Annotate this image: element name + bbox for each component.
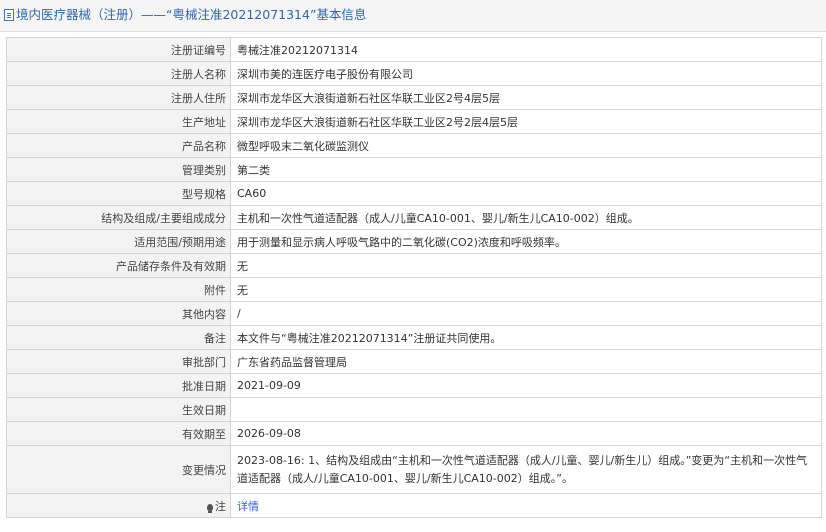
field-label: 结构及组成/主要组成成分 xyxy=(6,205,231,230)
table-row: 结构及组成/主要组成成分 主机和一次性气道适配器（成人/儿童CA10-001、婴… xyxy=(6,205,822,230)
table-row: 注册人住所 深圳市龙华区大浪街道新石社区华联工业区2号4层5层 xyxy=(6,85,822,110)
field-value xyxy=(230,397,822,422)
field-label: 其他内容 xyxy=(6,301,231,326)
table-row: 生效日期 xyxy=(6,397,822,422)
page-header: 境内医疗器械（注册）——“粤械注准20212071314”基本信息 xyxy=(0,0,826,32)
field-value: 粤械注准20212071314 xyxy=(230,37,822,62)
page-title: 境内医疗器械（注册）——“粤械注准20212071314”基本信息 xyxy=(16,7,367,22)
field-label: 备注 xyxy=(6,325,231,350)
field-label: 注册证编号 xyxy=(6,37,231,62)
bulb-icon xyxy=(207,503,213,513)
field-label: 变更情况 xyxy=(6,445,231,494)
field-label: 型号规格 xyxy=(6,181,231,206)
field-value: 2026-09-08 xyxy=(230,421,822,446)
table-row: 附件 无 xyxy=(6,277,822,302)
field-value: 2023-08-16: 1、结构及组成由“主机和一次性气道适配器（成人/儿童、婴… xyxy=(230,445,822,494)
table-row: 适用范围/预期用途 用于测量和显示病人呼吸气路中的二氧化碳(CO2)浓度和呼吸频… xyxy=(6,229,822,254)
field-label: 批准日期 xyxy=(6,373,231,398)
table-row: 注册证编号 粤械注准20212071314 xyxy=(6,37,822,62)
note-value: 详情 xyxy=(230,493,822,518)
field-value: 广东省药品监督管理局 xyxy=(230,349,822,374)
field-label: 产品储存条件及有效期 xyxy=(6,253,231,278)
table-row: 变更情况 2023-08-16: 1、结构及组成由“主机和一次性气道适配器（成人… xyxy=(6,445,822,494)
field-label: 有效期至 xyxy=(6,421,231,446)
table-row: 产品名称 微型呼吸末二氧化碳监测仪 xyxy=(6,133,822,158)
field-value: 无 xyxy=(230,253,822,278)
field-label: 适用范围/预期用途 xyxy=(6,229,231,254)
field-label: 注册人住所 xyxy=(6,85,231,110)
field-value: / xyxy=(230,301,822,326)
table-row: 备注 本文件与“粤械注准20212071314”注册证共同使用。 xyxy=(6,325,822,350)
field-value: 无 xyxy=(230,277,822,302)
note-label: 注 xyxy=(6,493,231,518)
page: 境内医疗器械（注册）——“粤械注准20212071314”基本信息 注册证编号 … xyxy=(0,0,826,532)
field-value: 深圳市美的连医疗电子股份有限公司 xyxy=(230,61,822,86)
field-value: 本文件与“粤械注准20212071314”注册证共同使用。 xyxy=(230,325,822,350)
field-label: 附件 xyxy=(6,277,231,302)
field-value: 2021-09-09 xyxy=(230,373,822,398)
table-row: 有效期至 2026-09-08 xyxy=(6,421,822,446)
table-row: 审批部门 广东省药品监督管理局 xyxy=(6,349,822,374)
field-value: 第二类 xyxy=(230,157,822,182)
field-label: 管理类别 xyxy=(6,157,231,182)
note-row: 注 详情 xyxy=(6,493,822,518)
note-label-text: 注 xyxy=(215,499,226,513)
detail-table: 注册证编号 粤械注准20212071314 注册人名称 深圳市美的连医疗电子股份… xyxy=(6,37,822,518)
field-value: 深圳市龙华区大浪街道新石社区华联工业区2号4层5层 xyxy=(230,85,822,110)
field-value: 微型呼吸末二氧化碳监测仪 xyxy=(230,133,822,158)
details-link[interactable]: 详情 xyxy=(237,500,259,513)
field-label: 生产地址 xyxy=(6,109,231,134)
field-label: 产品名称 xyxy=(6,133,231,158)
table-row: 批准日期 2021-09-09 xyxy=(6,373,822,398)
table-row: 注册人名称 深圳市美的连医疗电子股份有限公司 xyxy=(6,61,822,86)
field-label: 审批部门 xyxy=(6,349,231,374)
table-row: 产品储存条件及有效期 无 xyxy=(6,253,822,278)
table-row: 管理类别 第二类 xyxy=(6,157,822,182)
table-row: 其他内容 / xyxy=(6,301,822,326)
table-row: 型号规格 CA60 xyxy=(6,181,822,206)
field-value: 用于测量和显示病人呼吸气路中的二氧化碳(CO2)浓度和呼吸频率。 xyxy=(230,229,822,254)
field-value: 深圳市龙华区大浪街道新石社区华联工业区2号2层4层5层 xyxy=(230,109,822,134)
document-icon xyxy=(4,9,14,21)
field-label: 注册人名称 xyxy=(6,61,231,86)
field-label: 生效日期 xyxy=(6,397,231,422)
field-value: CA60 xyxy=(230,181,822,206)
field-value: 主机和一次性气道适配器（成人/儿童CA10-001、婴儿/新生儿CA10-002… xyxy=(230,205,822,230)
table-row: 生产地址 深圳市龙华区大浪街道新石社区华联工业区2号2层4层5层 xyxy=(6,109,822,134)
